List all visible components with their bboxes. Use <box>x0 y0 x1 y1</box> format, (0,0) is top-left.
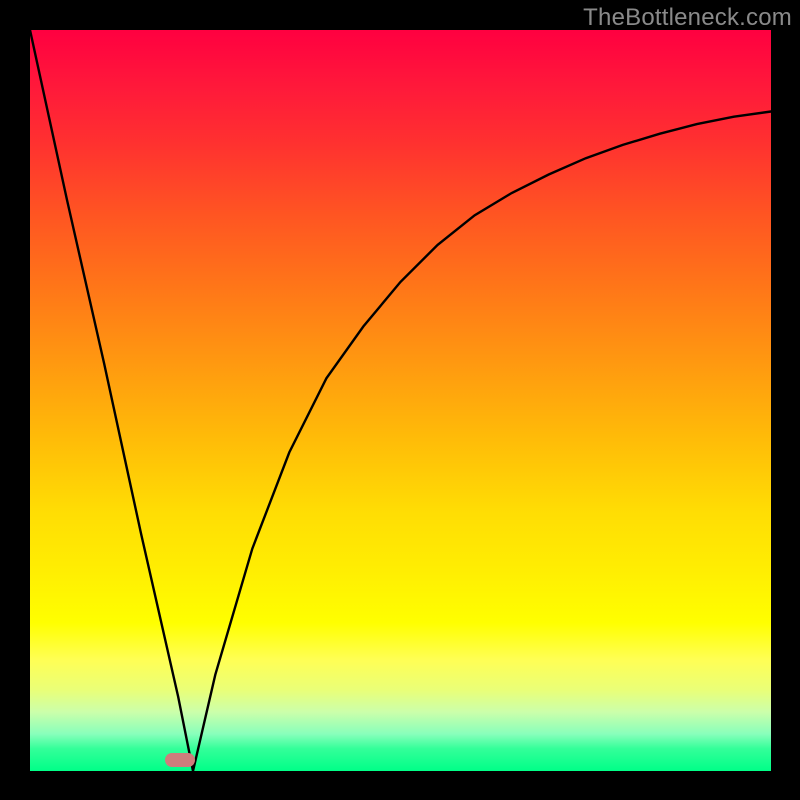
curve-svg <box>0 0 800 800</box>
bottleneck-curve <box>30 30 771 771</box>
optimum-marker <box>165 753 195 767</box>
chart-frame: TheBottleneck.com <box>0 0 800 800</box>
